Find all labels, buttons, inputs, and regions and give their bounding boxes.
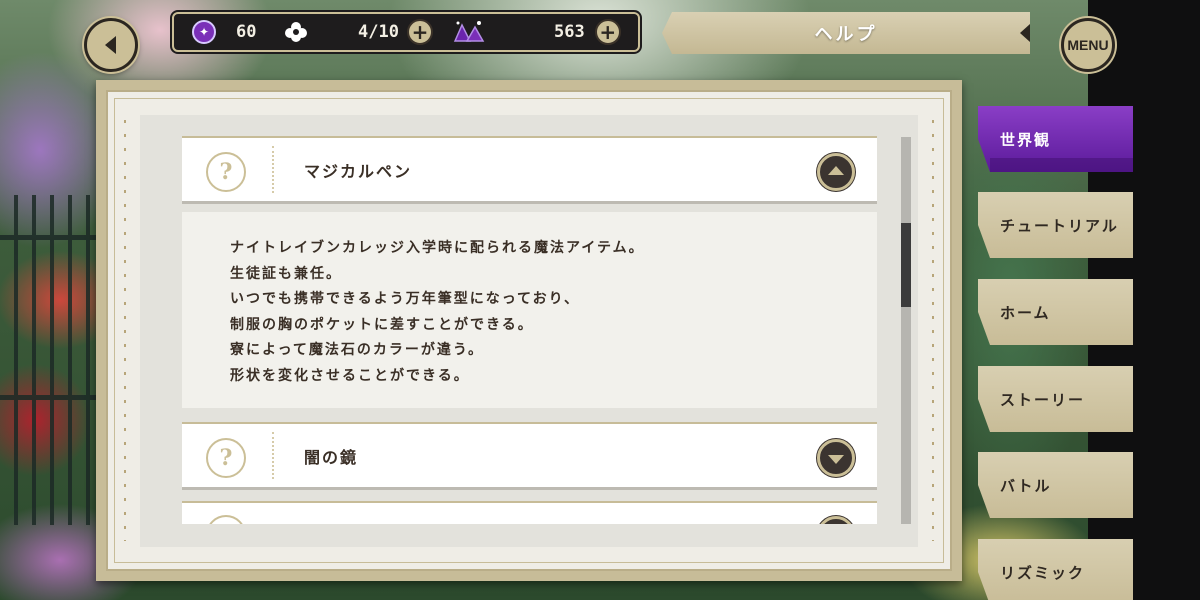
tab-battle[interactable]: バトル [978,452,1133,518]
tab-story[interactable]: ストーリー [978,366,1133,432]
accordion-item-header[interactable]: ? [182,501,877,524]
page-title: ヘルプ [662,12,1030,54]
tab-rhythmic[interactable]: リズミック [978,539,1133,600]
gem-count: 60 [236,22,257,42]
body-line: 形状を変化させることができる。 [230,367,470,384]
accordion-title: マジカルペン [304,161,413,181]
body-line: 寮によって魔法石のカラーが違う。 [230,342,485,358]
collapse-button[interactable] [817,153,855,191]
question-icon: ? [206,438,246,478]
flower-icon [285,22,307,42]
back-button[interactable] [84,18,138,72]
body-line: 生徒証も兼任。 [230,265,342,282]
madol-coin-icon [453,21,485,42]
currency-bar: ✦ 60 4/10 + 563 + [172,12,640,52]
add-madol-button[interactable]: + [594,19,621,45]
chevron-up-icon [828,166,844,175]
scrollbar-track[interactable] [901,137,911,524]
stamina-counter: 4/10 + [284,14,433,50]
expand-button[interactable] [817,516,855,524]
magic-gem-icon: ✦ [192,20,216,44]
body-line: 制服の胸のポケットに差すことができる。 [230,316,534,333]
accordion-title: 闇の鏡 [304,447,359,467]
dotted-border-right [932,120,934,541]
body-line: ナイトレイブンカレッジ入学時に配られる魔法アイテム。 [230,240,645,256]
menu-button[interactable]: MENU [1061,18,1115,72]
scrollbar-thumb[interactable] [901,223,911,307]
question-icon: ? [206,515,246,524]
expand-button[interactable] [817,439,855,477]
accordion-item-header[interactable]: ? 闇の鏡 [182,422,877,490]
accordion-body: ナイトレイブンカレッジ入学時に配られる魔法アイテム。 生徒証も兼任。 いつでも携… [182,212,877,408]
dotted-border-left [124,120,126,541]
madol-counter: 563 + [452,14,621,50]
tab-worldview[interactable]: 世界観 [978,106,1133,172]
madol-count: 563 [554,22,585,42]
stamina-count: 4/10 [358,22,399,42]
chevron-left-icon [105,36,116,54]
tab-home[interactable]: ホーム [978,279,1133,345]
body-line: いつでも携帯できるよう万年筆型になっており、 [230,291,581,307]
divider [272,432,274,479]
chevron-down-icon [828,455,844,464]
iron-fence [0,195,96,525]
divider [272,146,274,193]
gem-counter: ✦ 60 [192,14,256,50]
add-stamina-button[interactable]: + [406,19,433,45]
accordion-item-header[interactable]: ? マジカルペン [182,136,877,204]
tab-tutorial[interactable]: チュートリアル [978,192,1133,258]
question-icon: ? [206,152,246,192]
